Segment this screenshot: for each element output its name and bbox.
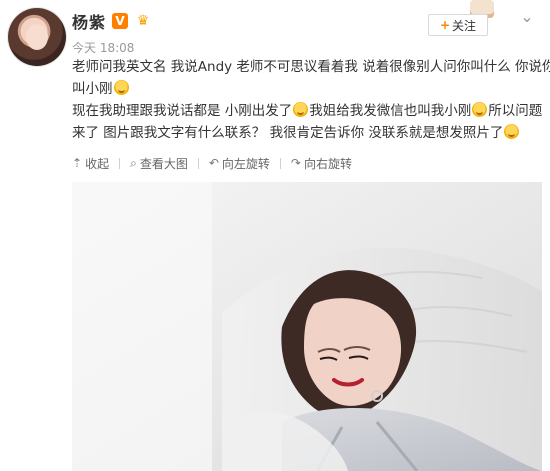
post-line-1: 老师问我英文名 我说Andy 老师不可思议看着我 说着很像别人问你叫什么 你说你: [72, 56, 550, 78]
rotate-left-button[interactable]: ↶ 向左旋转: [209, 155, 270, 172]
post-line-6-text: 来了 图片跟我文字有什么联系？ 我很肯定告诉你 没联系就是想发照片了: [72, 125, 504, 141]
weibo-post-card: 杨紫 V ♛ 今天 18:08 + 关注 ⌄ 老师问我英文名 我说Andy 老师…: [0, 0, 550, 471]
rotate-right-button[interactable]: ↷ 向右旋转: [291, 155, 352, 172]
username[interactable]: 杨紫: [72, 9, 106, 33]
post-line-4: 来了 图片跟我文字有什么联系？ 我很肯定告诉你 没联系就是想发照片了: [72, 122, 542, 144]
post-text: 老师问我英文名 我说Andy 老师不可思议看着我 说着很像别人问你叫什么 你说你…: [72, 56, 550, 144]
post-line-4-text: 我姐给我发微信也叫我小刚: [309, 103, 472, 119]
post-line-3-text: 现在我助理跟我说话都是 小刚出发了: [72, 103, 293, 119]
post-time: 今天 18:08: [72, 41, 135, 55]
post-line-2: 叫小刚: [72, 78, 542, 100]
divider: [197, 157, 199, 169]
divider: [279, 157, 281, 169]
post-line-3: 现在我助理跟我说话都是 小刚出发了 我姐给我发微信也叫我小刚 所以问题: [72, 100, 542, 122]
smile-emoji-icon: [472, 102, 488, 117]
avatar[interactable]: [8, 8, 66, 66]
smile-emoji-icon: [113, 80, 129, 95]
collect-label: 收起: [85, 156, 110, 171]
image-toolbar: ⇡ 收起 ⌕ 查看大图 ↶ 向左旋转 ↷ 向右旋转: [72, 154, 352, 172]
view-large-button[interactable]: ⌕ 查看大图: [130, 155, 188, 172]
search-icon: ⌕: [130, 155, 137, 170]
rotate-right-icon: ↷: [290, 156, 301, 170]
avatar-face: [26, 24, 48, 50]
post-line-2-text: 叫小刚: [72, 81, 113, 97]
rotate-right-label: 向右旋转: [303, 156, 352, 171]
post-line-5-text: 所以问题: [488, 103, 543, 119]
arrow-up-icon: ⇡: [72, 156, 83, 170]
post-line-1-text: 老师问我英文名 我说Andy 老师不可思议看着我 说着很像别人问你叫什么 你说你: [72, 59, 550, 75]
user-header: 杨紫 V ♛: [72, 10, 152, 32]
smile-emoji-icon: [504, 124, 520, 139]
photo-illustration: [72, 182, 542, 471]
vip-badge-icon: V: [112, 13, 129, 29]
follow-button[interactable]: + 关注: [428, 14, 488, 36]
window-light: [72, 182, 212, 471]
divider: [119, 157, 121, 169]
smile-emoji-icon: [293, 102, 309, 117]
view-large-label: 查看大图: [139, 156, 188, 171]
collect-button[interactable]: ⇡ 收起: [72, 155, 109, 172]
chevron-down-icon[interactable]: ⌄: [518, 8, 536, 26]
post-photo[interactable]: [72, 182, 542, 471]
crown-icon: ♛: [136, 13, 150, 29]
rotate-left-icon: ↶: [208, 156, 219, 170]
plus-icon: +: [439, 18, 451, 32]
follow-button-label: 关注: [452, 18, 477, 33]
rotate-left-label: 向左旋转: [221, 156, 270, 171]
